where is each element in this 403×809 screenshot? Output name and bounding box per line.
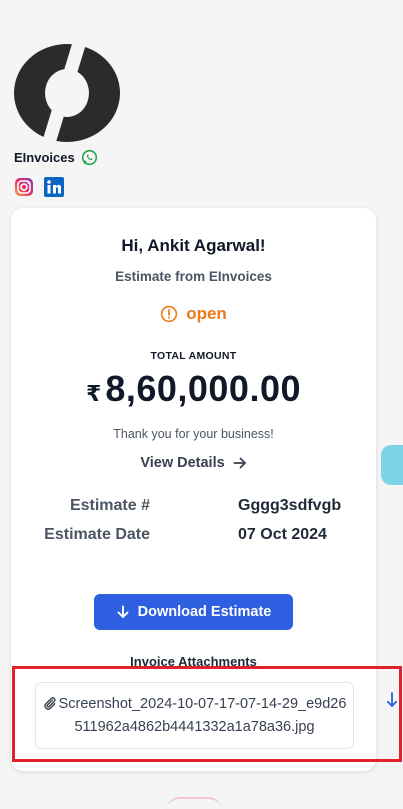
view-details-link[interactable]: View Details xyxy=(11,455,376,471)
attachments-title: Invoice Attachments xyxy=(130,654,257,669)
attachment-download-icon[interactable] xyxy=(386,692,398,708)
paperclip-icon xyxy=(43,696,56,710)
download-estimate-button[interactable]: Download Estimate xyxy=(94,594,293,630)
estimate-card: Hi, Ankit Agarwal! Estimate from EInvoic… xyxy=(11,208,376,771)
estimate-page: EInvoices Hi, Ankit Agarwal! Estimate fr… xyxy=(0,0,403,809)
whatsapp-icon[interactable] xyxy=(81,149,98,166)
alert-circle-icon xyxy=(160,305,178,323)
side-tab-handle[interactable] xyxy=(381,445,403,485)
total-amount: ₹ 8,60,000.00 xyxy=(11,368,376,410)
footer-logo-icon xyxy=(166,797,222,809)
greeting-heading: Hi, Ankit Agarwal! xyxy=(121,236,266,255)
linkedin-icon[interactable] xyxy=(44,177,64,197)
instagram-icon[interactable] xyxy=(14,177,34,197)
brand-row: EInvoices xyxy=(14,149,98,166)
view-details-label: View Details xyxy=(140,455,225,471)
arrow-right-icon xyxy=(233,457,246,469)
attachment-item[interactable]: Screenshot_2024-10-07-17-07-14-29_e9d265… xyxy=(35,682,354,749)
social-links xyxy=(14,177,64,197)
status-text: open xyxy=(186,304,227,323)
brand-name: EInvoices xyxy=(14,150,75,165)
estimate-date-value: 07 Oct 2024 xyxy=(238,526,327,543)
estimate-subtitle: Estimate from EInvoices xyxy=(115,269,272,284)
amount-value: 8,60,000.00 xyxy=(105,368,301,409)
estimate-number-label: Estimate # xyxy=(69,497,150,514)
total-amount-label: TOTAL AMOUNT xyxy=(150,350,237,362)
thank-you-text: Thank you for your business! xyxy=(113,427,274,441)
download-estimate-label: Download Estimate xyxy=(137,604,272,620)
currency-symbol: ₹ xyxy=(86,381,102,406)
attachment-filename: Screenshot_2024-10-07-17-07-14-29_e9d265… xyxy=(58,695,347,735)
status-badge: open xyxy=(11,304,376,324)
estimate-number-value: Gggg3sdfvgb xyxy=(238,497,342,514)
einvoices-logo-icon xyxy=(14,44,120,142)
estimate-date-label: Estimate Date xyxy=(44,526,150,543)
arrow-down-icon xyxy=(117,605,129,618)
